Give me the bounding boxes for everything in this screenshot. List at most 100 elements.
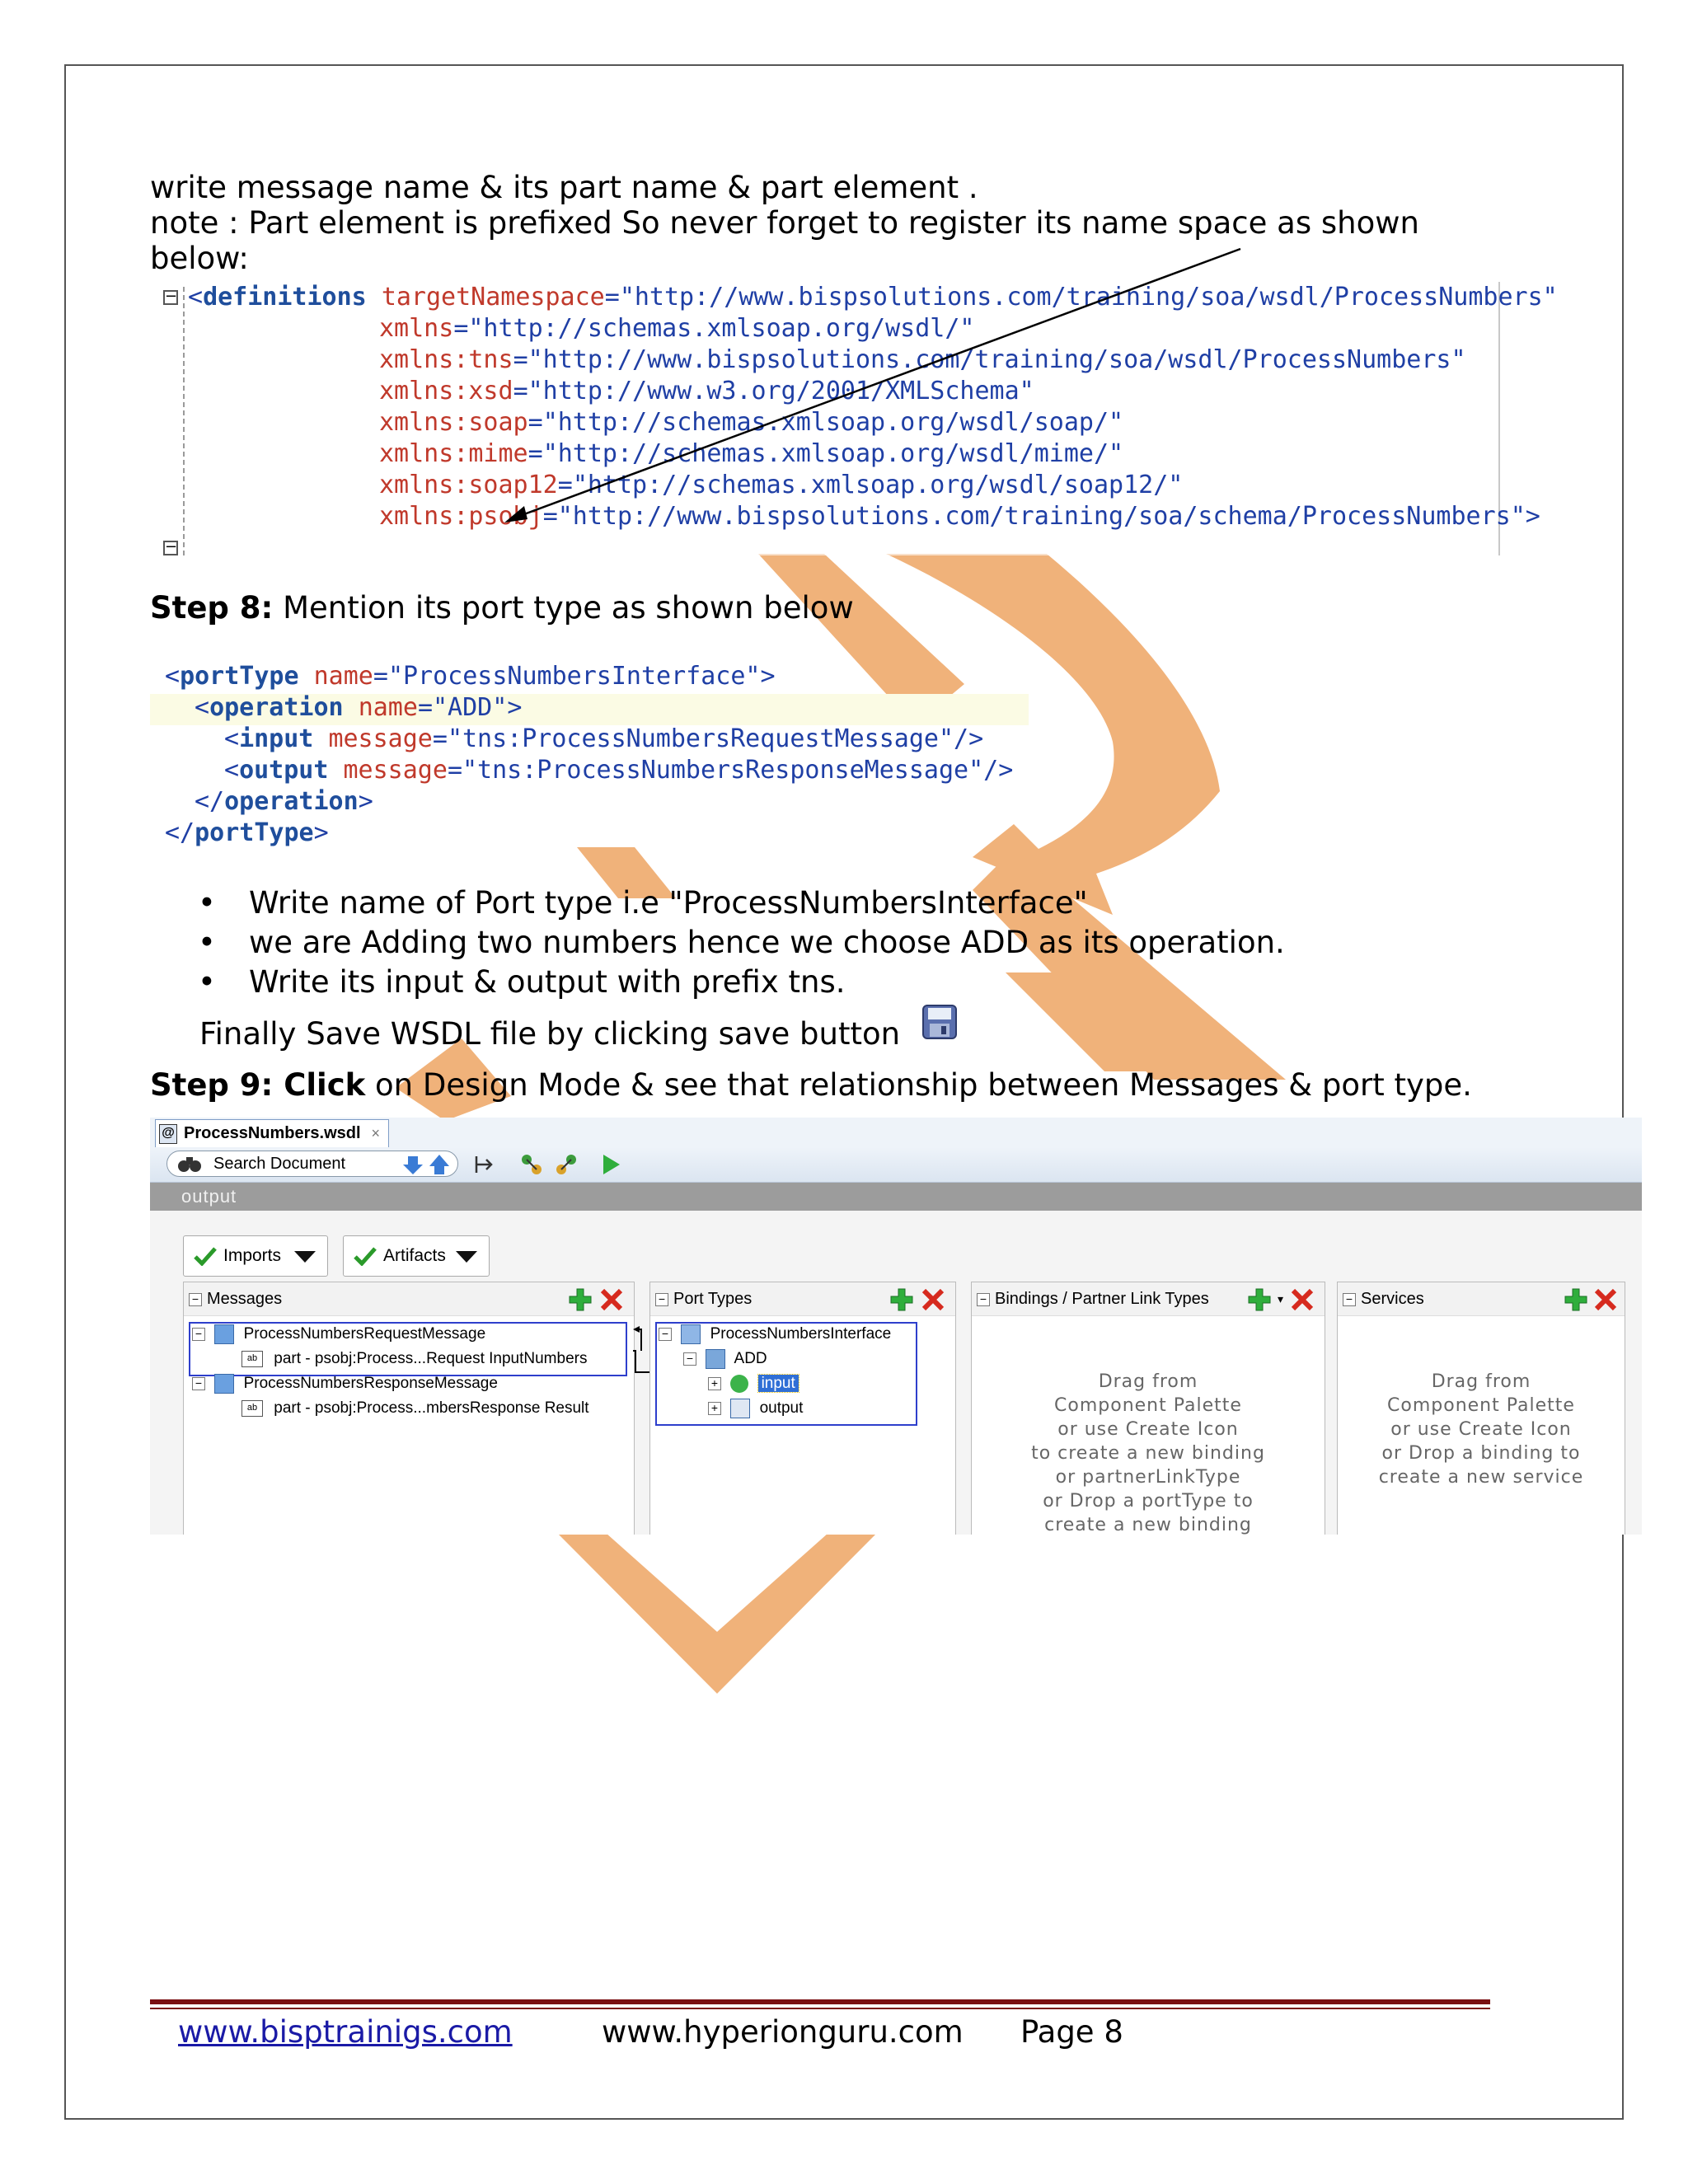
collapse-icon[interactable]: − [659, 1327, 672, 1341]
operation-tag: operation [209, 693, 344, 722]
chevron-down-icon[interactable]: ▾ [1278, 1282, 1283, 1315]
save-text: Finally Save WSDL file by clicking save … [199, 1016, 901, 1052]
port-type-label: ProcessNumbersInterface [710, 1325, 892, 1343]
add-icon[interactable] [568, 1287, 593, 1312]
search-document-field[interactable]: Search Document [166, 1151, 458, 1177]
collapse-icon[interactable]: − [977, 1293, 990, 1306]
collapse-icon[interactable]: − [189, 1293, 202, 1306]
services-title: Services [1361, 1290, 1424, 1308]
chevron-down-icon [456, 1251, 477, 1263]
part-icon: ab [241, 1399, 263, 1417]
save-instruction: Finally Save WSDL file by clicking save … [199, 1016, 900, 1052]
delete-icon[interactable] [1290, 1287, 1315, 1312]
operation-input[interactable]: + input [659, 1371, 891, 1396]
footer-link[interactable]: www.bisptrainigs.com [178, 2014, 513, 2050]
expand-icon[interactable]: + [708, 1401, 721, 1415]
step8-heading: Step 8: Mention its port type as shown b… [150, 590, 854, 626]
collapse-icon[interactable]: − [655, 1293, 668, 1306]
collapse-icon[interactable]: − [683, 1352, 696, 1366]
close-icon[interactable]: × [371, 1120, 380, 1146]
part-icon: ab [241, 1350, 263, 1367]
output-attr: message [343, 756, 448, 785]
collapse-icon[interactable]: − [192, 1376, 205, 1390]
operation-label: ADD [734, 1350, 767, 1367]
messages-tree: − ProcessNumbersRequestMessage ab part -… [192, 1322, 589, 1421]
operation-attr: name [358, 693, 418, 722]
imports-label: Imports [223, 1246, 282, 1265]
port-type-item[interactable]: − ProcessNumbersInterface [659, 1322, 891, 1347]
add-icon[interactable] [1564, 1287, 1588, 1312]
link-add-icon[interactable] [519, 1152, 544, 1177]
input-tag: input [239, 724, 314, 753]
artifacts-dropdown[interactable]: Artifacts [343, 1235, 490, 1277]
services-panel: − Services Drag from Component Palette o… [1337, 1282, 1625, 1535]
port-type-icon [681, 1324, 701, 1344]
porttype-value: "ProcessNumbersInterface" [387, 662, 761, 691]
footer-link-wrap: www.bisptrainigs.com [178, 2014, 513, 2050]
operation-value: "ADD" [433, 693, 508, 722]
messages-panel-header: − Messages [184, 1282, 634, 1316]
tab-processnumbers-wsdl[interactable]: @ ProcessNumbers.wsdl × [155, 1119, 389, 1147]
search-placeholder: Search Document [213, 1155, 346, 1173]
delete-icon[interactable] [921, 1287, 945, 1312]
collapse-icon[interactable]: − [1343, 1293, 1356, 1306]
bindings-panel: − Bindings / Partner Link Types ▾ Drag f… [971, 1282, 1325, 1535]
message-item[interactable]: − ProcessNumbersRequestMessage [192, 1322, 589, 1347]
chevron-down-icon [294, 1251, 316, 1263]
check-icon [194, 1247, 217, 1266]
message-item[interactable]: − ProcessNumbersResponseMessage [192, 1371, 589, 1396]
bindings-title: Bindings / Partner Link Types [995, 1290, 1209, 1308]
imports-dropdown[interactable]: Imports [183, 1235, 328, 1277]
port-types-panel-header: − Port Types [650, 1282, 955, 1316]
output-value: "tns:ProcessNumbersResponseMessage" [462, 756, 984, 785]
input-attr: message [328, 724, 433, 753]
designer-canvas: Imports Artifacts − Messages − ProcessNu… [150, 1211, 1642, 1535]
add-icon[interactable] [889, 1287, 914, 1312]
code-porttype: <portType name="ProcessNumbersInterface"… [150, 661, 1029, 851]
porttype-close-tag: portType [195, 818, 314, 847]
search-arrows-icon[interactable] [403, 1153, 449, 1176]
operation-item[interactable]: − ADD [659, 1347, 891, 1371]
run-icon[interactable] [598, 1152, 623, 1177]
input-label: input [757, 1374, 799, 1393]
message-icon [214, 1324, 235, 1344]
message-part[interactable]: ab part - psobj:Process...mbersResponse … [192, 1396, 589, 1421]
expand-icon[interactable] [473, 1152, 498, 1177]
add-icon[interactable] [1247, 1287, 1272, 1312]
footer-rule [150, 2008, 1490, 2009]
footer-page-number: Page 8 [1020, 2014, 1123, 2050]
messages-panel: − Messages − ProcessNumbersRequestMessag… [183, 1282, 635, 1535]
output-label: output [759, 1399, 804, 1417]
bullet-item: we are Adding two numbers hence we choos… [150, 923, 1285, 963]
bullet-item: Write its input & output with prefix tns… [150, 963, 1285, 1002]
collapse-icon[interactable]: − [192, 1327, 205, 1341]
link-remove-icon[interactable] [554, 1152, 579, 1177]
delete-icon[interactable] [599, 1287, 624, 1312]
message-label: ProcessNumbersResponseMessage [243, 1375, 498, 1392]
status-bar: output [150, 1183, 1642, 1211]
tab-title: ProcessNumbers.wsdl [184, 1124, 361, 1142]
designer-toolbar: Search Document [150, 1147, 1642, 1183]
message-icon [214, 1373, 235, 1394]
input-icon [730, 1374, 749, 1393]
wsdl-designer: @ ProcessNumbers.wsdl × Search Document … [150, 1118, 1642, 1535]
step8-text: Mention its port type as shown below [273, 590, 854, 626]
step8-label: Step 8: [150, 590, 274, 626]
delete-icon[interactable] [1593, 1287, 1618, 1312]
step9-heading: Step 9: Click on Design Mode & see that … [150, 1067, 1472, 1103]
binoculars-icon [178, 1157, 201, 1172]
messages-title: Messages [207, 1290, 283, 1308]
expand-icon[interactable]: + [708, 1376, 721, 1390]
save-icon[interactable] [921, 1004, 958, 1040]
operation-output[interactable]: + output [659, 1396, 891, 1421]
footer-site: www.hyperionguru.com [602, 2014, 964, 2050]
port-types-panel: − Port Types − ProcessNumbersInterface −… [649, 1282, 956, 1535]
services-panel-header: − Services [1338, 1282, 1625, 1316]
message-label: ProcessNumbersRequestMessage [243, 1325, 486, 1343]
bindings-hint: Drag from Component Palette or use Creat… [1031, 1371, 1265, 1535]
editor-tab-bar: @ ProcessNumbers.wsdl × [150, 1118, 1642, 1149]
bullet-item: Write name of Port type i.e "ProcessNumb… [150, 883, 1285, 923]
part-label: part - psobj:Process...mbersResponse Res… [274, 1399, 589, 1417]
message-part[interactable]: ab part - psobj:Process...Request InputN… [192, 1347, 589, 1371]
wsdl-file-icon: @ [159, 1124, 177, 1144]
